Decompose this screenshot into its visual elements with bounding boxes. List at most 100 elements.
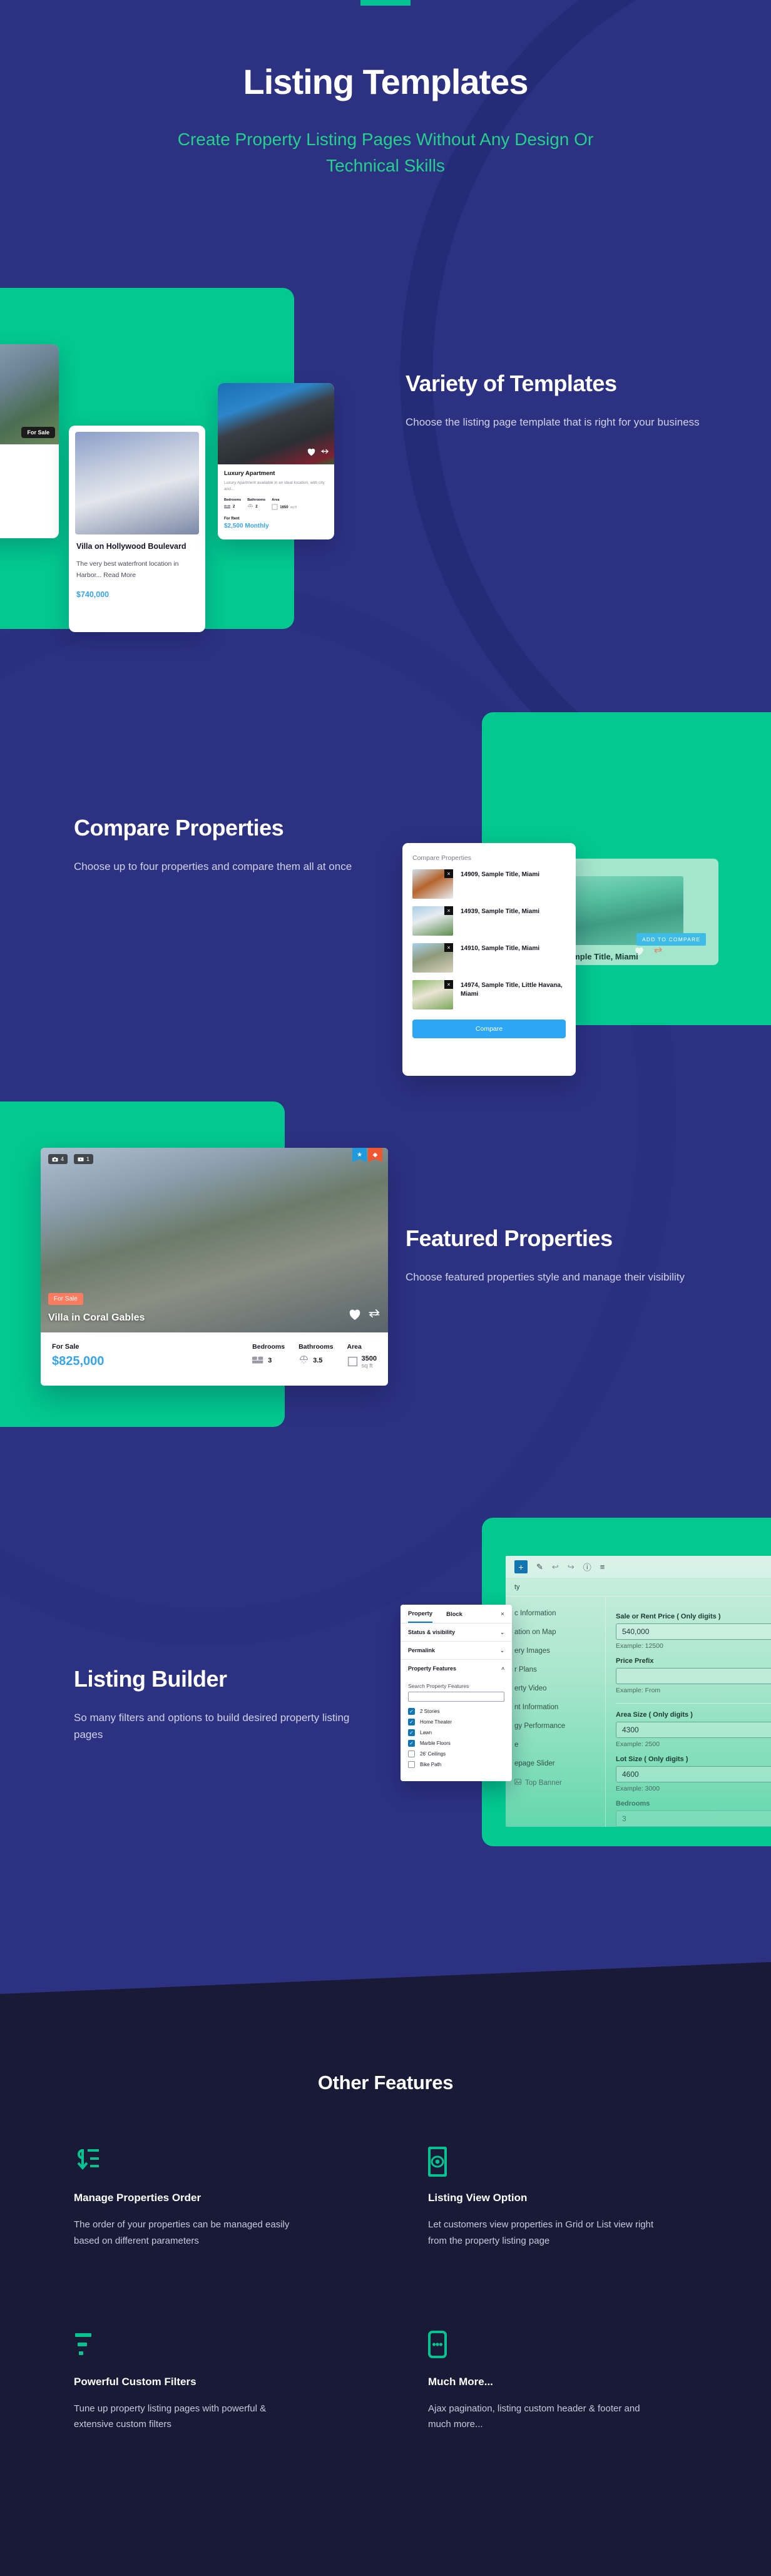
panel-tabs[interactable]: Property Block × [401, 1605, 512, 1623]
lot-size-input[interactable]: 4600 [616, 1766, 771, 1782]
compare-list-item[interactable]: × 14910, Sample Title, Miami [412, 943, 566, 973]
featured-property-card[interactable]: 4 1 ★ ◆ For Sale Villa in Coral Gables F… [41, 1148, 388, 1386]
compare-arrows-icon[interactable] [368, 1309, 380, 1323]
preview-actions[interactable] [634, 946, 663, 959]
feature-checkbox-row[interactable]: ✓ Lawn [401, 1727, 512, 1738]
spec-label: Area [347, 1343, 362, 1351]
feature-checkbox-row[interactable]: ✓ 2 Stories [401, 1706, 512, 1717]
widget-heading: Compare Properties [412, 854, 471, 862]
section-featured-properties: 4 1 ★ ◆ For Sale Villa in Coral Gables F… [0, 1101, 771, 1452]
feature-checkbox-row[interactable]: Bike Path [401, 1759, 512, 1770]
property-area: 5500 Sq Ft [0, 504, 53, 510]
property-card-left[interactable]: For Sale da 5, 156, USA a 5500 Sq Ft [0, 344, 59, 538]
compare-list-item[interactable]: × 14939, Sample Title, Miami [412, 906, 566, 936]
nav-item[interactable]: ery Images [514, 1642, 605, 1660]
nav-item[interactable]: e [514, 1735, 605, 1754]
redo-icon[interactable]: ↪ [568, 1562, 574, 1572]
bedrooms-input[interactable]: 3 [616, 1811, 771, 1827]
accordion-property-features[interactable]: Property Features ˄ [401, 1660, 512, 1677]
compare-button[interactable]: Compare [412, 1020, 566, 1038]
wp-editor-screenshot[interactable]: + ✎ ↩ ↪ ⓘ ≡ ty c Information ation on Ma… [506, 1556, 771, 1827]
section-heading: Variety of Templates [406, 371, 617, 396]
editor-sidebar-nav[interactable]: c Information ation on Map ery Images r … [506, 1597, 606, 1827]
undo-icon[interactable]: ↩ [552, 1562, 559, 1572]
feature-heading: Manage Properties Order [74, 2192, 202, 2204]
sale-rent-price-input[interactable]: 540,000 [616, 1623, 771, 1640]
pencil-edit-icon[interactable]: ✎ [536, 1562, 543, 1572]
tab-block[interactable]: Block [446, 1611, 462, 1622]
section-description: Choose up to four properties and compare… [74, 861, 352, 872]
accordion-status-visibility[interactable]: Status & visibility ⌄ [401, 1623, 512, 1642]
compare-properties-widget[interactable]: Compare Properties × 14909, Sample Title… [402, 843, 576, 1076]
spec-label: Bathrooms [299, 1343, 334, 1351]
accordion-label: Status & visibility [408, 1629, 456, 1635]
property-title: Luxury Apartment [224, 470, 275, 477]
area-size-input[interactable]: 4300 [616, 1722, 771, 1738]
feature-checkbox-row[interactable]: ✓ Marble Floors [401, 1738, 512, 1749]
favorite-heart-icon[interactable] [307, 447, 316, 459]
nav-item-top-banner[interactable]: Top Banner [514, 1773, 605, 1792]
editor-fields-pane[interactable]: Sale or Rent Price ( Only digits ) 540,0… [606, 1597, 771, 1827]
feature-description: Ajax pagination, listing custom header &… [428, 2403, 640, 2430]
favorite-heart-icon[interactable] [348, 1308, 362, 1324]
property-status: For Sale [52, 1343, 79, 1351]
section-heading: Featured Properties [406, 1225, 613, 1251]
checkbox-checked-icon[interactable]: ✓ [408, 1708, 415, 1715]
tab-property[interactable]: Property [408, 1610, 433, 1623]
nav-item[interactable]: epage Slider [514, 1754, 605, 1773]
property-settings-panel[interactable]: Property Block × Status & visibility ⌄ P… [401, 1605, 512, 1781]
remove-icon[interactable]: × [444, 906, 453, 915]
search-features-input[interactable] [408, 1692, 504, 1702]
spec-bathrooms: Bathrooms 2 [247, 498, 265, 511]
compare-arrows-icon[interactable] [320, 448, 329, 459]
checkbox-checked-icon[interactable]: ✓ [408, 1740, 415, 1747]
checkbox-unchecked-icon[interactable] [408, 1751, 415, 1757]
nav-item[interactable]: gy Performance [514, 1717, 605, 1735]
spec-label: Bedrooms [252, 1343, 285, 1351]
compare-arrows-icon[interactable] [653, 947, 663, 958]
nav-item[interactable]: nt Information [514, 1698, 605, 1717]
nav-item[interactable]: ation on Map [514, 1623, 605, 1642]
nav-item[interactable]: r Plans [514, 1660, 605, 1679]
compare-list-item[interactable]: × 14909, Sample Title, Miami [412, 869, 566, 899]
price-block: For Sale $825,000 [52, 1343, 104, 1369]
property-address-link[interactable]: 156, USA [0, 471, 53, 477]
editor-breadcrumb: ty [506, 1578, 771, 1597]
nav-item[interactable]: erty Video [514, 1679, 605, 1698]
add-block-icon[interactable]: + [514, 1560, 528, 1573]
property-description: The very best waterfront location in Har… [76, 560, 179, 580]
field-label: Area Size ( Only digits ) [616, 1711, 693, 1719]
remove-icon[interactable]: × [444, 943, 453, 952]
editor-toolbar[interactable]: + ✎ ↩ ↪ ⓘ ≡ [506, 1556, 771, 1578]
image-icon [514, 1779, 521, 1787]
feature-much-more: Much More... Ajax pagination, listing cu… [428, 2330, 660, 2433]
feature-label: Marble Floors [420, 1740, 451, 1746]
property-meta: a [0, 491, 53, 496]
other-features-grid: Manage Properties Order The order of you… [74, 2146, 700, 2433]
builder-text-block: Listing Builder So many filters and opti… [74, 1665, 368, 1743]
compare-text-block: Compare Properties Choose up to four pro… [74, 814, 368, 875]
feature-checkbox-row[interactable]: ✓ Home Theater [401, 1717, 512, 1727]
feature-description: Tune up property listing pages with powe… [74, 2403, 267, 2430]
feature-checkbox-row[interactable]: 26' Ceilings [401, 1749, 512, 1759]
feature-label: Home Theater [420, 1719, 452, 1725]
compare-list-item[interactable]: × 14974, Sample Title, Little Havana, Mi… [412, 980, 566, 1009]
count: 4 [61, 1156, 64, 1162]
remove-icon[interactable]: × [444, 869, 453, 878]
nav-item[interactable]: c Information [514, 1604, 605, 1623]
status-ribbon: For Sale [48, 1293, 83, 1305]
close-icon[interactable]: × [501, 1611, 504, 1622]
checkbox-checked-icon[interactable]: ✓ [408, 1719, 415, 1725]
section-variety-of-templates: For Sale da 5, 156, USA a 5500 Sq Ft Vil… [0, 288, 771, 663]
property-card-middle[interactable]: Villa on Hollywood Boulevard The very be… [69, 426, 205, 632]
spec-area: Area 1650 sq ft [272, 498, 297, 511]
checkbox-checked-icon[interactable]: ✓ [408, 1729, 415, 1736]
top-green-tab [360, 0, 411, 6]
checkbox-unchecked-icon[interactable] [408, 1761, 415, 1768]
accordion-permalink[interactable]: Permalink ⌄ [401, 1642, 512, 1660]
list-view-icon[interactable]: ≡ [600, 1562, 605, 1572]
price-prefix-input[interactable] [616, 1668, 771, 1684]
remove-icon[interactable]: × [444, 980, 453, 989]
property-card-right[interactable]: Luxury Apartment Luxury Apartment availa… [218, 383, 334, 539]
info-icon[interactable]: ⓘ [583, 1561, 591, 1573]
